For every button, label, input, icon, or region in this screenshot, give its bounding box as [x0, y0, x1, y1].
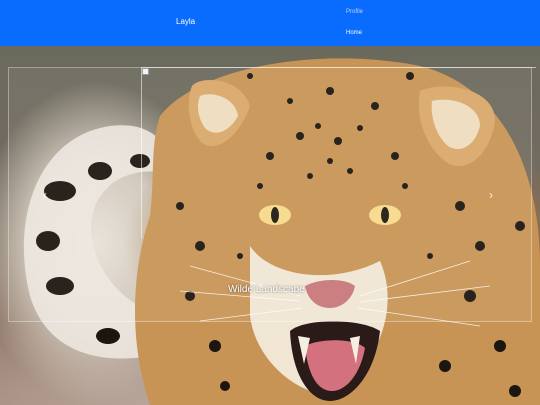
page: Layla Profile Home ‹ › Wilde Landscape	[0, 0, 540, 405]
carousel-caption: Wilde Landscape	[228, 284, 305, 295]
brand-title[interactable]: Layla	[176, 17, 195, 26]
nav-link-profile[interactable]: Profile	[346, 9, 363, 15]
hero-carousel: ‹ › Wilde Landscape	[0, 46, 540, 405]
broken-image-icon	[142, 68, 149, 75]
chevron-right-icon[interactable]: ›	[489, 189, 493, 201]
nav-link-home[interactable]: Home	[346, 30, 362, 36]
carousel-image-placeholder	[141, 67, 536, 238]
chevron-left-icon[interactable]: ‹	[43, 189, 47, 201]
top-navbar: Layla Profile Home	[0, 0, 540, 46]
